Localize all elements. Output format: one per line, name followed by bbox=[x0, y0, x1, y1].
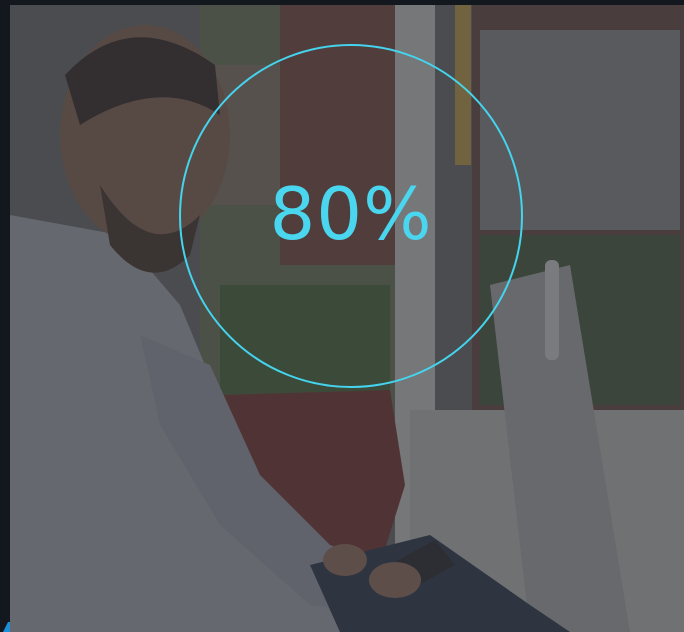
percentage-ring: 80% bbox=[179, 44, 523, 388]
hero-photo: 80% bbox=[10, 5, 684, 632]
corner-accent-icon bbox=[3, 622, 10, 632]
percentage-value: 80% bbox=[269, 172, 433, 256]
